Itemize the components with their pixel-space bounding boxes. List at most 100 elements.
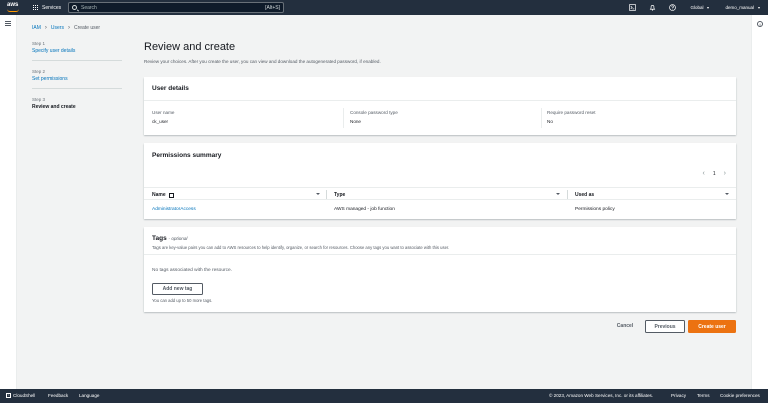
help-icon[interactable] bbox=[662, 0, 682, 15]
policy-used-as: Permissions policy bbox=[575, 207, 615, 212]
search-placeholder: Search bbox=[81, 4, 97, 11]
cloudshell-label: CloudShell bbox=[13, 393, 36, 398]
terms-link[interactable]: Terms bbox=[697, 393, 710, 398]
step-number: Step 3 bbox=[32, 96, 46, 102]
breadcrumb-current: Create user bbox=[73, 25, 101, 31]
sort-icon[interactable] bbox=[556, 193, 560, 195]
step-current-label: Review and create bbox=[32, 103, 76, 110]
top-right-controls: Global demo_manual bbox=[622, 0, 768, 15]
menu-icon[interactable] bbox=[5, 21, 11, 26]
footer-bar: > CloudShell Feedback Language © 2023, A… bbox=[0, 389, 768, 403]
pagination: ‹ 1 › bbox=[703, 170, 726, 177]
cookie-preferences-link[interactable]: Cookie preferences bbox=[720, 393, 760, 398]
field-label: Console password type bbox=[350, 110, 398, 115]
policy-name-link[interactable]: AdministratorAccess bbox=[152, 207, 196, 212]
column-divider bbox=[541, 108, 542, 128]
privacy-link[interactable]: Privacy bbox=[671, 393, 686, 398]
require-password-reset-field: Require password reset No bbox=[547, 110, 596, 124]
column-header-name[interactable]: Name bbox=[152, 192, 174, 198]
column-label: Type bbox=[334, 192, 346, 198]
breadcrumb: IAM › Users › Create user bbox=[32, 25, 100, 31]
permissions-heading: Permissions summary bbox=[152, 152, 222, 159]
step-2: Step 2 Set permissions bbox=[32, 69, 122, 82]
page-subtitle: Review your choices. After you create th… bbox=[144, 59, 381, 64]
step-divider bbox=[32, 87, 122, 89]
feedback-link[interactable]: Feedback bbox=[48, 393, 68, 398]
sort-icon[interactable] bbox=[725, 193, 729, 195]
chevron-down-icon bbox=[758, 6, 760, 9]
search-input[interactable]: Search [Alt+S] bbox=[68, 2, 284, 13]
step-3: Step 3 Review and create bbox=[32, 97, 122, 110]
cloudshell-icon[interactable] bbox=[622, 0, 642, 15]
step-number: Step 2 bbox=[32, 68, 46, 74]
chevron-right-icon[interactable]: › bbox=[724, 170, 726, 177]
user-details-panel: User details User name ck_user Console p… bbox=[144, 77, 736, 135]
column-divider bbox=[326, 190, 327, 199]
permissions-summary-panel: Permissions summary ‹ 1 › Name Type Used… bbox=[144, 143, 736, 219]
divider bbox=[144, 100, 736, 101]
policy-type: AWS managed - job function bbox=[334, 207, 395, 212]
cloudshell-icon: > bbox=[6, 393, 11, 398]
cloudshell-link[interactable]: > CloudShell bbox=[6, 393, 35, 398]
tags-limit-text: You can add up to 50 more tags. bbox=[152, 298, 213, 303]
tags-description: Tags are key-value pairs you can add to … bbox=[152, 245, 450, 250]
step-link[interactable]: Set permissions bbox=[32, 76, 122, 82]
bell-icon[interactable] bbox=[642, 0, 662, 15]
breadcrumb-users[interactable]: Users bbox=[51, 25, 64, 31]
aws-logo-text: aws bbox=[7, 2, 19, 8]
search-shortcut: [Alt+S] bbox=[265, 4, 280, 11]
column-divider bbox=[343, 108, 344, 128]
table-row: AdministratorAccess AWS managed - job fu… bbox=[144, 204, 736, 217]
console-password-type-field: Console password type None bbox=[350, 110, 398, 124]
column-header-type[interactable]: Type bbox=[334, 192, 345, 198]
table-header: Name Type Used as bbox=[144, 187, 736, 200]
services-menu-button[interactable]: Services bbox=[33, 3, 61, 12]
user-details-heading: User details bbox=[152, 85, 189, 92]
chevron-right-icon: › bbox=[67, 25, 70, 31]
copyright-text: © 2023, Amazon Web Services, Inc. or its… bbox=[549, 393, 654, 398]
step-link[interactable]: Specify user details bbox=[32, 48, 122, 54]
cancel-button[interactable]: Cancel bbox=[608, 320, 642, 332]
account-menu[interactable]: demo_manual bbox=[717, 5, 768, 10]
field-label: Require password reset bbox=[547, 110, 596, 115]
field-value: No bbox=[547, 119, 553, 124]
field-label: User name bbox=[152, 110, 175, 115]
tags-title: Tags bbox=[152, 235, 167, 242]
tags-heading: Tags - optional bbox=[152, 235, 187, 242]
top-navigation: aws Services Search [Alt+S] Global demo_… bbox=[0, 0, 768, 15]
column-label: Name bbox=[152, 192, 166, 198]
step-divider bbox=[32, 60, 122, 61]
services-label: Services bbox=[42, 4, 62, 11]
column-header-used-as[interactable]: Used as bbox=[575, 192, 594, 198]
user-name-field: User name ck_user bbox=[152, 110, 174, 124]
no-tags-message: No tags associated with the resource. bbox=[152, 268, 232, 273]
field-value: ck_user bbox=[152, 119, 169, 124]
sort-icon[interactable] bbox=[316, 193, 320, 195]
add-new-tag-button[interactable]: Add new tag bbox=[152, 283, 203, 295]
step-1: Step 1 Specify user details bbox=[32, 41, 122, 54]
tags-panel: Tags - optional Tags are key-value pairs… bbox=[144, 227, 736, 312]
external-link-icon bbox=[168, 192, 174, 198]
region-label: Global bbox=[690, 5, 704, 10]
column-divider bbox=[567, 190, 568, 199]
right-side-panel: i bbox=[751, 15, 768, 389]
chevron-down-icon bbox=[707, 6, 710, 9]
aws-smile-icon bbox=[7, 9, 19, 12]
left-side-panel bbox=[0, 15, 17, 389]
step-number: Step 1 bbox=[32, 41, 46, 46]
wizard-steps: Step 1 Specify user details Step 2 Set p… bbox=[32, 41, 122, 124]
aws-logo[interactable]: aws bbox=[7, 2, 21, 13]
breadcrumb-iam[interactable]: IAM bbox=[32, 25, 41, 31]
divider bbox=[144, 254, 736, 255]
language-link[interactable]: Language bbox=[79, 393, 99, 398]
info-icon[interactable]: i bbox=[757, 21, 763, 27]
chevron-left-icon[interactable]: ‹ bbox=[703, 170, 705, 177]
page-number[interactable]: 1 bbox=[713, 171, 716, 177]
grid-icon bbox=[33, 4, 39, 11]
create-user-button[interactable]: Create user bbox=[688, 320, 736, 333]
page-title: Review and create bbox=[144, 41, 236, 53]
region-selector[interactable]: Global bbox=[682, 5, 717, 10]
search-icon bbox=[72, 5, 77, 10]
previous-button[interactable]: Previous bbox=[645, 320, 685, 333]
optional-label: - optional bbox=[168, 236, 188, 241]
